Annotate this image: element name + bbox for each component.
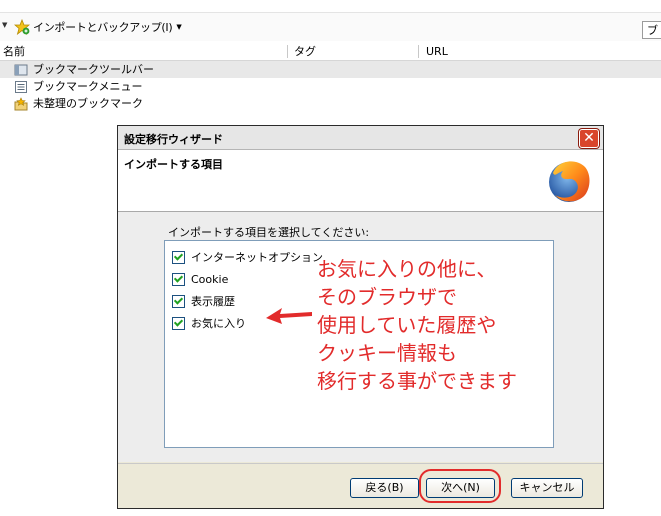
tree-item-bookmarks-menu[interactable]: ブックマークメニュー (0, 78, 661, 95)
close-icon: ✕ (583, 130, 595, 146)
tree-item-label: ブックマークメニュー (33, 80, 143, 93)
instruction-text: インポートする項目を選択してください: (168, 226, 370, 239)
option-label: Cookie (191, 272, 229, 286)
dialog-header: インポートする項目 (118, 150, 603, 212)
dialog-header-title: インポートする項目 (124, 158, 223, 171)
tree-item-label: 未整理のブックマーク (33, 97, 143, 110)
option-internet-options[interactable]: インターネットオプション (172, 249, 323, 265)
column-header-url[interactable]: URL (426, 44, 448, 59)
column-header-tags[interactable]: タグ (294, 44, 316, 59)
column-divider[interactable] (418, 45, 419, 58)
import-backup-button[interactable]: インポートとバックアップ(I) ▼ (13, 18, 182, 36)
column-header-name[interactable]: 名前 (3, 44, 25, 59)
library-toolbar: ▼ インポートとバックアップ(I) ▼ (0, 13, 661, 41)
import-backup-label: インポートとバックアップ(I) (33, 21, 173, 34)
tree-item-unsorted-bookmarks[interactable]: 未整理のブックマーク (0, 95, 661, 112)
column-header-bar: 名前 タグ URL (0, 43, 661, 61)
option-cookie[interactable]: Cookie (172, 271, 228, 287)
dialog-title: 設定移行ウィザード (124, 133, 223, 146)
dialog-titlebar[interactable]: 設定移行ウィザード ✕ (118, 126, 603, 150)
tree-item-bookmarks-toolbar[interactable]: ブックマークツールバー (0, 61, 661, 78)
chevron-down-icon: ▼ (176, 23, 182, 31)
checkbox-checked[interactable] (172, 294, 185, 308)
annotation-arrow-icon (266, 308, 312, 324)
option-history[interactable]: 表示履歴 (172, 293, 235, 309)
option-label: お気に入り (191, 317, 246, 330)
annotation-text: お気に入りの他に、 そのブラウザで 使用していた履歴や クッキー情報も 移行する… (317, 257, 517, 393)
back-button[interactable]: 戻る(B) (350, 478, 419, 498)
toolbar-overflow-arrow-icon[interactable]: ▼ (2, 21, 7, 29)
window-top-strip (0, 0, 661, 13)
bookmarks-menu-icon (14, 80, 28, 94)
option-favorites[interactable]: お気に入り (172, 315, 246, 331)
search-input[interactable]: ブ (642, 21, 661, 39)
highlight-circle (419, 469, 501, 503)
cancel-button[interactable]: キャンセル (511, 478, 583, 498)
option-label: 表示履歴 (191, 295, 235, 308)
tree-item-label: ブックマークツールバー (33, 63, 154, 76)
checkbox-checked[interactable] (172, 250, 185, 264)
bookmark-tree: ブックマークツールバー ブックマークメニュー 未整理のブックマーク (0, 61, 661, 112)
unsorted-bookmarks-icon (14, 96, 28, 111)
firefox-logo-icon (549, 161, 590, 202)
column-divider[interactable] (287, 45, 288, 58)
footer-divider (118, 463, 603, 464)
bookmarks-toolbar-icon (14, 63, 28, 77)
checkbox-checked[interactable] (172, 316, 185, 330)
close-button[interactable]: ✕ (579, 129, 599, 148)
import-backup-icon (13, 18, 31, 36)
option-label: インターネットオプション (191, 251, 323, 264)
checkbox-checked[interactable] (172, 272, 185, 286)
